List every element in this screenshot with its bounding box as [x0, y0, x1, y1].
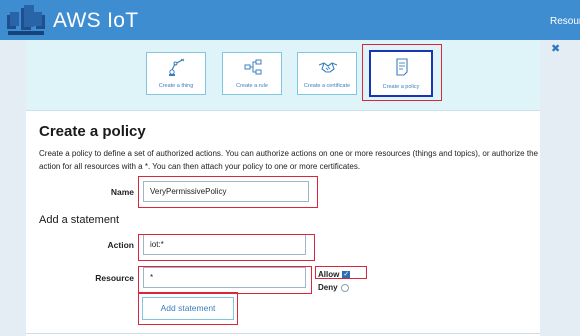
- create-thing-card[interactable]: Create a thing: [146, 52, 206, 95]
- name-label: Name: [110, 187, 134, 197]
- resource-input[interactable]: *: [143, 267, 306, 288]
- quick-actions-strip: [26, 40, 540, 110]
- card-label: Create a thing: [158, 83, 194, 89]
- action-label: Action: [107, 240, 134, 250]
- resource-label: Resource: [95, 273, 134, 283]
- create-rule-card[interactable]: Create a rule: [222, 52, 282, 95]
- action-input[interactable]: iot:*: [143, 234, 306, 255]
- add-statement-heading: Add a statement: [39, 214, 120, 226]
- page-title: Create a policy: [39, 123, 146, 140]
- deny-option[interactable]: Deny: [318, 283, 349, 292]
- create-policy-card[interactable]: Create a policy: [369, 50, 433, 97]
- policy-name-input[interactable]: VeryPermissivePolicy: [143, 181, 309, 202]
- top-bar: AWS IoT Resour: [0, 0, 580, 40]
- policy-document-icon: [396, 58, 408, 76]
- add-statement-button[interactable]: Add statement: [142, 297, 234, 320]
- app-title[interactable]: AWS IoT: [53, 9, 138, 33]
- card-label: Create a rule: [236, 83, 268, 89]
- bottom-divider: [26, 333, 540, 334]
- deny-label: Deny: [318, 283, 338, 292]
- page-description: Create a policy to define a set of autho…: [39, 149, 538, 171]
- handshake-icon: [318, 62, 338, 73]
- card-label: Create a policy: [382, 84, 420, 90]
- resources-menu[interactable]: Resour: [550, 16, 580, 27]
- deny-radio-icon[interactable]: [340, 283, 349, 292]
- divider: [26, 110, 540, 111]
- allow-option[interactable]: Allow ✓: [318, 270, 351, 279]
- card-label: Create a certificate: [303, 83, 351, 89]
- aws-iot-logo-icon[interactable]: [6, 3, 46, 37]
- allow-label: Allow: [318, 270, 340, 279]
- close-icon[interactable]: ✖: [551, 42, 560, 55]
- create-certificate-card[interactable]: Create a certificate: [297, 52, 357, 95]
- allow-checkbox-checked-icon[interactable]: ✓: [342, 270, 351, 279]
- rule-flow-icon: [244, 59, 262, 75]
- robot-arm-icon: [169, 58, 185, 76]
